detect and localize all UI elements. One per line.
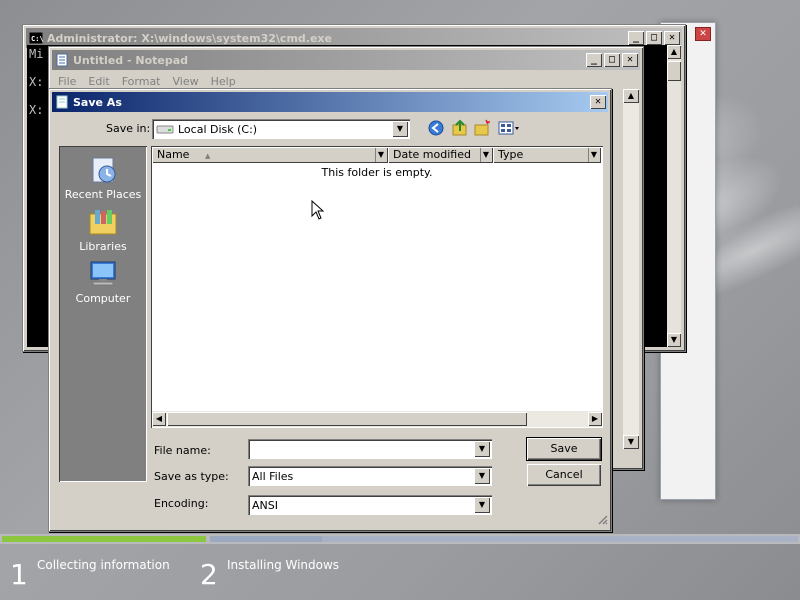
save-as-type-label: Save as type: bbox=[154, 470, 229, 483]
places-bar: Recent Places Libraries Computer bbox=[59, 146, 147, 482]
file-name-field[interactable]: ▼ bbox=[248, 439, 492, 459]
notepad-icon bbox=[55, 53, 69, 67]
cmd-icon: C:\ bbox=[28, 31, 44, 45]
notepad-scroll-up-button[interactable]: ▲ bbox=[623, 89, 639, 103]
computer-icon bbox=[87, 258, 119, 290]
step-number: 1 bbox=[10, 558, 28, 591]
chevron-down-icon[interactable]: ▼ bbox=[375, 148, 387, 162]
cmd-scrollbar[interactable]: ▲ ▼ bbox=[667, 45, 681, 347]
cmd-title: Administrator: X:\windows\system32\cmd.e… bbox=[47, 31, 332, 45]
notepad-close-button[interactable]: ✕ bbox=[622, 53, 638, 67]
menu-file[interactable]: File bbox=[52, 75, 82, 88]
save-in-label: Save in: bbox=[106, 122, 151, 135]
place-label: Computer bbox=[75, 292, 131, 305]
save-in-value: Local Disk (C:) bbox=[178, 122, 258, 136]
save-in-dropdown[interactable]: Local Disk (C:) ▼ bbox=[152, 119, 410, 139]
notepad-minimize-button[interactable]: _ bbox=[586, 53, 602, 67]
mouse-pointer-icon bbox=[311, 199, 325, 223]
save-as-dialog: Save As ✕ Save in: Local Disk (C:) ▼ Rec… bbox=[48, 88, 612, 532]
menu-edit[interactable]: Edit bbox=[82, 75, 115, 88]
cmd-maximize-button[interactable]: □ bbox=[646, 31, 662, 45]
file-list[interactable]: Name ▲ ▼ Date modified ▼ Type ▼ This fol… bbox=[151, 146, 603, 428]
notepad-icon bbox=[55, 95, 69, 109]
back-icon[interactable] bbox=[427, 119, 445, 137]
place-libraries[interactable]: Libraries bbox=[59, 206, 147, 253]
view-menu-icon[interactable] bbox=[497, 119, 521, 137]
menu-format[interactable]: Format bbox=[116, 75, 167, 88]
step-label: Collecting information bbox=[37, 558, 170, 572]
libraries-icon bbox=[87, 206, 119, 238]
encoding-dropdown[interactable]: ANSI ▼ bbox=[248, 495, 492, 515]
cancel-button[interactable]: Cancel bbox=[527, 464, 601, 486]
new-folder-icon[interactable] bbox=[473, 119, 491, 137]
empty-folder-message: This folder is empty. bbox=[321, 166, 433, 179]
svg-text:C:\: C:\ bbox=[31, 35, 43, 43]
progress-remaining bbox=[322, 536, 798, 542]
encoding-value: ANSI bbox=[252, 498, 278, 512]
menu-help[interactable]: Help bbox=[205, 75, 242, 88]
chevron-down-icon[interactable]: ▼ bbox=[480, 148, 492, 162]
up-folder-icon[interactable] bbox=[451, 119, 469, 137]
notepad-title: Untitled - Notepad bbox=[73, 53, 189, 67]
file-name-label: File name: bbox=[154, 444, 211, 457]
resize-grip-icon[interactable] bbox=[596, 513, 608, 528]
progress-step-1-fill bbox=[2, 536, 206, 542]
progress-step-2-fill bbox=[210, 536, 322, 542]
save-button[interactable]: Save bbox=[526, 437, 602, 461]
cmd-close-button[interactable]: ✕ bbox=[664, 31, 680, 45]
cmd-minimize-button[interactable]: _ bbox=[628, 31, 644, 45]
drive-icon bbox=[156, 123, 174, 135]
cmd-scroll-up-button[interactable]: ▲ bbox=[667, 45, 681, 59]
save-as-title: Save As bbox=[73, 95, 122, 109]
place-label: Recent Places bbox=[64, 188, 142, 201]
step-label: Installing Windows bbox=[227, 558, 340, 572]
sort-up-icon: ▲ bbox=[204, 152, 211, 160]
scroll-left-button[interactable]: ◀ bbox=[152, 412, 166, 426]
scroll-right-button[interactable]: ▶ bbox=[588, 412, 602, 426]
column-header-name[interactable]: Name ▲ ▼ bbox=[152, 147, 388, 163]
chevron-down-icon[interactable]: ▼ bbox=[392, 121, 408, 137]
setup-steps: 1 Collecting information 2 Installing Wi… bbox=[0, 548, 800, 600]
setup-progress-bar bbox=[0, 534, 800, 544]
file-list-hscrollbar[interactable]: ◀ ▶ bbox=[152, 411, 602, 427]
cmd-scroll-thumb[interactable] bbox=[667, 61, 681, 81]
column-header-date-modified[interactable]: Date modified ▼ bbox=[388, 147, 493, 163]
place-label: Libraries bbox=[79, 240, 127, 253]
notepad-scrollbar[interactable]: ▲ ▼ bbox=[623, 89, 639, 449]
cmd-scroll-down-button[interactable]: ▼ bbox=[667, 333, 681, 347]
place-computer[interactable]: Computer bbox=[59, 258, 147, 305]
notepad-scroll-down-button[interactable]: ▼ bbox=[623, 435, 639, 449]
scroll-thumb[interactable] bbox=[167, 412, 527, 426]
save-as-type-value: All Files bbox=[252, 469, 294, 483]
place-recent-places[interactable]: Recent Places bbox=[59, 154, 147, 201]
step-number: 2 bbox=[200, 558, 218, 591]
encoding-label: Encoding: bbox=[154, 497, 209, 510]
notepad-titlebar[interactable]: Untitled - Notepad _ □ ✕ bbox=[52, 50, 640, 70]
chevron-down-icon[interactable]: ▼ bbox=[474, 497, 490, 513]
recent-places-icon bbox=[87, 154, 119, 186]
setup-close-icon[interactable]: ✕ bbox=[695, 27, 711, 41]
save-as-titlebar[interactable]: Save As ✕ bbox=[52, 92, 608, 112]
save-as-close-button[interactable]: ✕ bbox=[590, 95, 606, 109]
menu-view[interactable]: View bbox=[167, 75, 205, 88]
chevron-down-icon[interactable]: ▼ bbox=[474, 441, 490, 457]
chevron-down-icon[interactable]: ▼ bbox=[474, 468, 490, 484]
column-header-type[interactable]: Type ▼ bbox=[493, 147, 601, 163]
save-as-type-dropdown[interactable]: All Files ▼ bbox=[248, 466, 492, 486]
notepad-maximize-button[interactable]: □ bbox=[604, 53, 620, 67]
chevron-down-icon[interactable]: ▼ bbox=[588, 148, 600, 162]
